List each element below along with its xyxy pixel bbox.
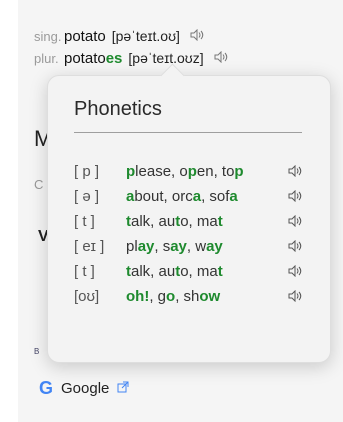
- speaker-icon[interactable]: [284, 290, 302, 302]
- google-label: Google: [61, 380, 110, 397]
- phonetic-examples: play, say, way: [126, 237, 223, 255]
- phonetic-symbol: [ eɪ ]: [74, 237, 105, 255]
- singular-word: potato: [64, 28, 106, 45]
- speaker-icon[interactable]: [284, 190, 302, 202]
- phonetic-row: [ ə ] about, orca, sofa: [74, 185, 302, 207]
- plural-suffix: es: [105, 50, 123, 67]
- phonetic-examples: about, orca, sofa: [126, 187, 238, 205]
- google-link[interactable]: G Google: [39, 378, 129, 399]
- phonetic-symbol: [ ə ]: [74, 187, 100, 205]
- popover-title: Phonetics: [74, 98, 162, 120]
- background-logo-fragment-small: B: [34, 347, 40, 356]
- phonetic-row: [ p ] please, open, top: [74, 160, 302, 182]
- phonetic-symbol: [ t ]: [74, 262, 95, 280]
- plural-base: potato: [64, 50, 106, 67]
- singular-label: sing.: [34, 29, 62, 44]
- singular-row: sing. potato [pəˈteɪt.oʊ]: [34, 28, 204, 48]
- plural-word: potatoes: [64, 50, 122, 67]
- phonetic-row: [ eɪ ] play, say, way: [74, 235, 302, 257]
- phonetics-popover: Phonetics [ p ] please, open, top [ ə ] abo…: [47, 63, 331, 363]
- popover-divider: [74, 132, 302, 133]
- speaker-icon[interactable]: [284, 240, 302, 252]
- phonetic-symbol: [ p ]: [74, 162, 100, 180]
- phonetic-examples: please, open, top: [126, 162, 244, 180]
- plural-ipa: [pəˈteɪt.oʊz]: [128, 50, 204, 66]
- plural-label: plur.: [34, 51, 59, 66]
- phonetic-examples: oh!, go, show: [126, 287, 221, 305]
- phonetic-row: [oʊ] oh!, go, show: [74, 285, 302, 307]
- singular-ipa: [pəˈteɪt.oʊ]: [111, 28, 180, 44]
- phonetic-examples: talk, auto, mat: [126, 262, 223, 280]
- phonetic-row: [ t ] talk, auto, mat: [74, 210, 302, 232]
- plural-row: plur. potatoes [pəˈteɪt.oʊz]: [34, 50, 228, 70]
- phonetic-row: [ t ] talk, auto, mat: [74, 260, 302, 282]
- speaker-icon[interactable]: [284, 215, 302, 227]
- speaker-icon[interactable]: [190, 28, 204, 46]
- external-link-icon: [117, 380, 129, 398]
- speaker-icon[interactable]: [284, 165, 302, 177]
- google-logo: G: [39, 378, 54, 398]
- phonetic-symbol: [ t ]: [74, 212, 95, 230]
- phonetic-symbol: [oʊ]: [74, 287, 100, 305]
- background-text-fragment: C: [34, 177, 44, 192]
- speaker-icon[interactable]: [284, 265, 302, 277]
- phonetic-examples: talk, auto, mat: [126, 212, 223, 230]
- speaker-icon[interactable]: [214, 50, 228, 68]
